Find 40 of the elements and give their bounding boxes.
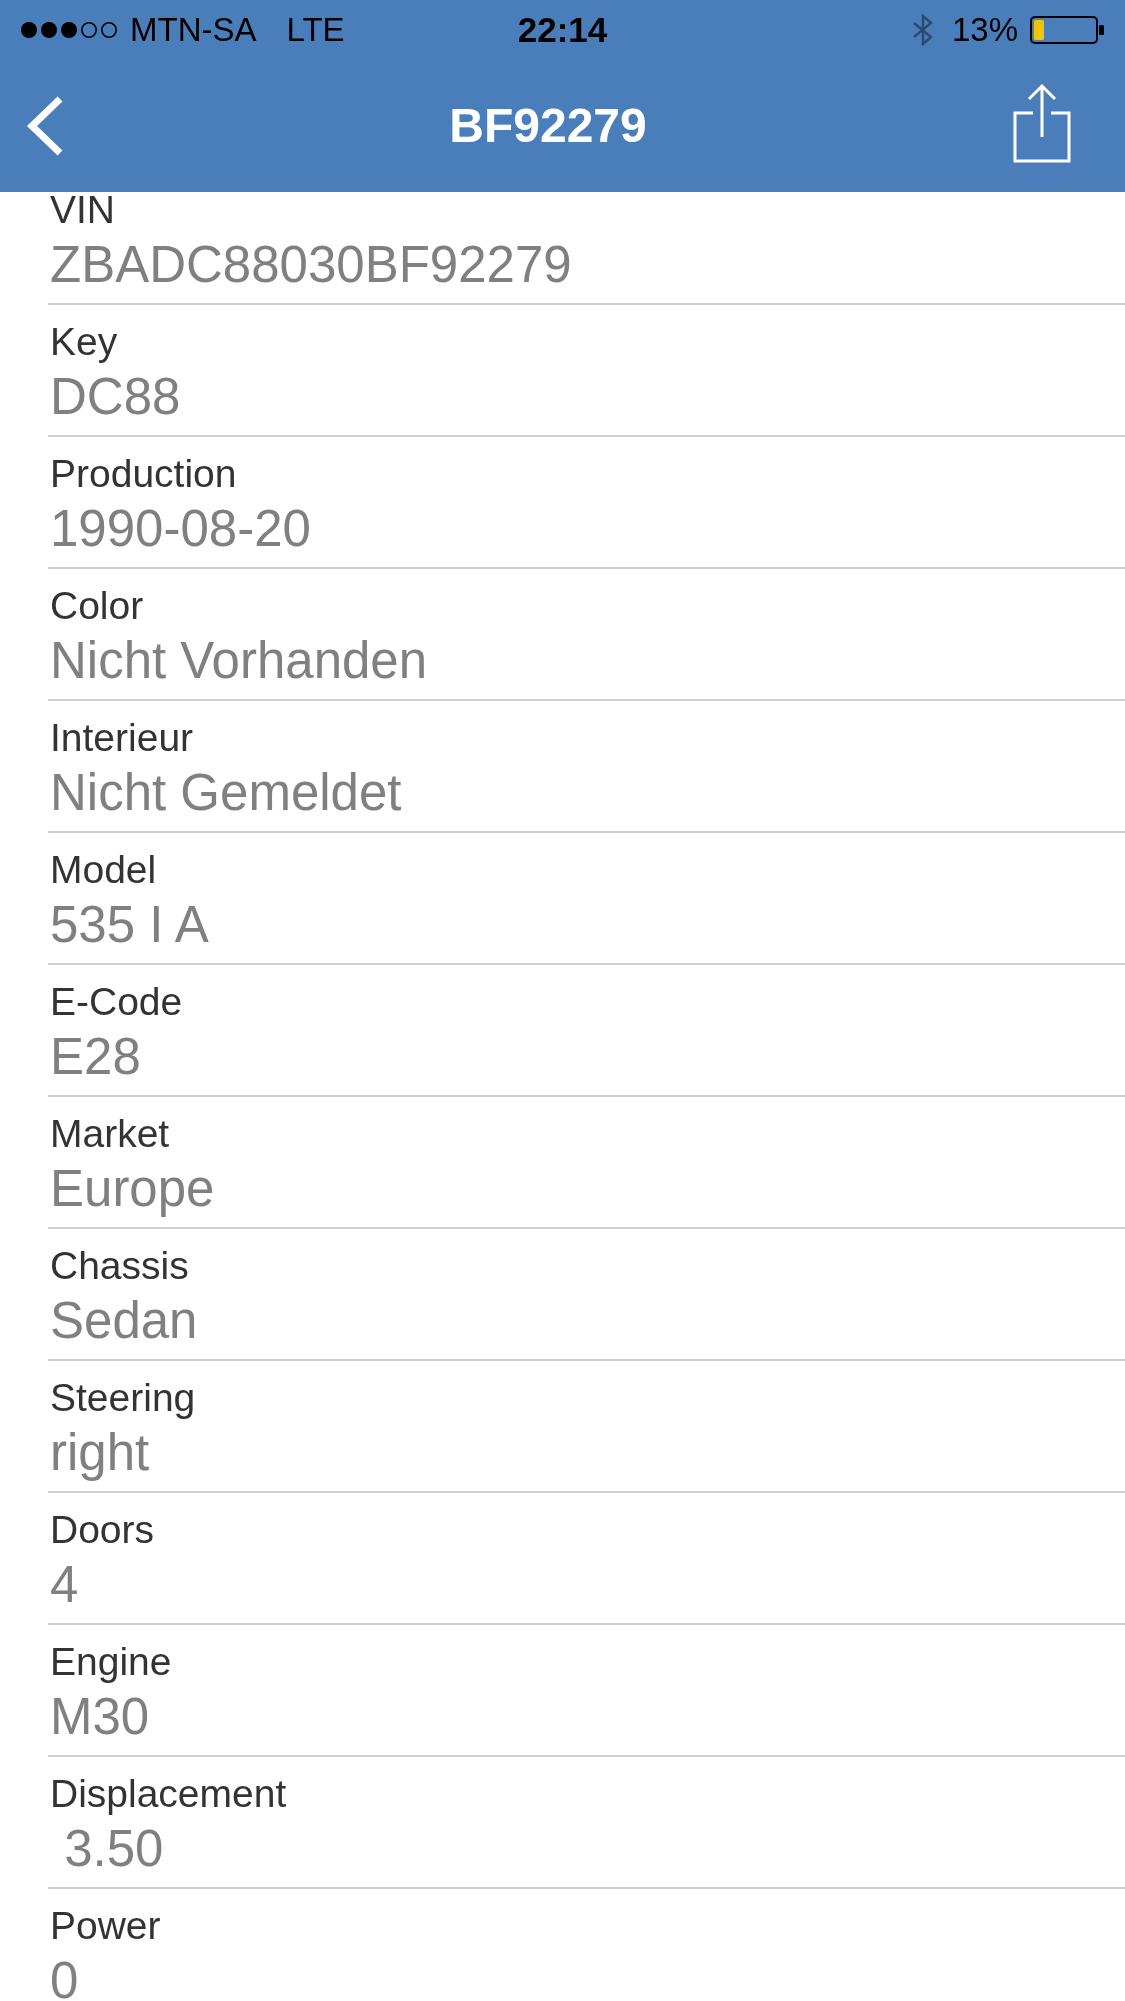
field-label: Color	[50, 583, 144, 629]
field-label: Production	[50, 451, 237, 497]
field-value: 1990-08-20	[50, 499, 311, 559]
field-value: 3.50	[63, 1819, 164, 1879]
field-label: E-Code	[50, 979, 183, 1025]
chevron-icon	[25, 95, 65, 157]
field-label: Model	[50, 847, 157, 893]
bluetooth-icon	[911, 14, 934, 46]
field-label: Interieur	[50, 715, 194, 761]
field-value: Europe	[50, 1159, 215, 1219]
field-label: Key	[50, 319, 118, 365]
field-value: 0	[50, 1951, 79, 2001]
signal-icon	[20, 21, 118, 39]
page-title: BF92279	[449, 98, 647, 154]
field-label: Steering	[50, 1375, 196, 1421]
share-icon	[1013, 83, 1071, 163]
field-value: right	[50, 1423, 150, 1483]
field-label: Engine	[50, 1639, 172, 1685]
field-value: M30	[50, 1687, 150, 1747]
field-value: 4	[50, 1555, 79, 1615]
status-time: 22:14	[517, 10, 608, 50]
field-value: Sedan	[50, 1291, 198, 1351]
field-value: DC88	[50, 367, 181, 427]
field-label: Doors	[50, 1507, 155, 1553]
back-button[interactable]	[25, 95, 65, 157]
field-label: Displacement	[50, 1771, 287, 1817]
field-value: Nicht Gemeldet	[50, 763, 402, 823]
share-button[interactable]	[1013, 83, 1071, 163]
field-value: ZBADC88030BF92279	[50, 235, 572, 295]
field-label: Market	[50, 1111, 170, 1157]
battery-icon	[1030, 16, 1104, 44]
network-type: LTE	[286, 10, 345, 50]
field-value: Nicht Vorhanden	[50, 631, 428, 691]
field-label: Power	[50, 1903, 161, 1949]
field-value: E28	[50, 1027, 141, 1087]
field-value: 535 I A	[50, 895, 209, 955]
field-label: Chassis	[50, 1243, 189, 1289]
battery-percent: 13%	[951, 10, 1018, 50]
field-label: VIN	[50, 192, 115, 233]
carrier-name: MTN-SA	[130, 10, 257, 50]
